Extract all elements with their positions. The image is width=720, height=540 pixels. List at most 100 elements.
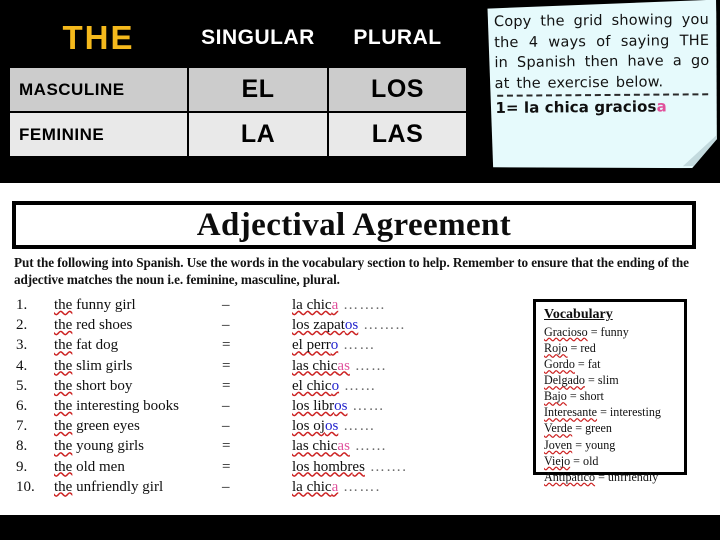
exercise-english: the interesting books <box>54 397 179 414</box>
vocabulary-entry: Verde = green <box>544 421 612 436</box>
exercise-spanish-answer: las chicas …… <box>292 438 486 455</box>
spellcheck-underlined-word: the <box>54 397 73 414</box>
exercise-separator: = <box>222 357 231 374</box>
spanish-answer-stem: los oj <box>292 418 325 435</box>
spanish-answer-text: la chica <box>292 479 338 495</box>
exercise-row: 9. the old men = los hombres ……. <box>16 459 486 479</box>
exercise-number: 5. <box>16 377 28 394</box>
exercise-row: 8. the young girls = las chicas …… <box>16 438 486 458</box>
exercise-row: 6. the interesting books – los libros …… <box>16 398 486 418</box>
answer-blank-dots: …….. <box>358 317 406 334</box>
exercise-separator: – <box>222 317 230 334</box>
grid-header-the: THE <box>10 10 187 66</box>
spellcheck-underlined-word: Viejo <box>544 453 571 468</box>
exercise-spanish-answer: los zapatos …….. <box>292 317 486 334</box>
exercise-row: 1. the funny girl – la chica …….. <box>16 297 486 317</box>
exercise-list: 1. the funny girl – la chica …….. 2. the red … <box>16 297 486 499</box>
exercise-spanish-answer: la chica …….. <box>292 297 486 314</box>
spellcheck-underlined-word: the <box>54 377 73 394</box>
answer-blank-dots: …… <box>347 397 385 414</box>
exercise-separator: = <box>222 458 231 475</box>
exercise-number: 10. <box>16 478 35 495</box>
exercise-spanish-answer: los libros …… <box>292 398 486 415</box>
exercise-english: the red shoes <box>54 317 133 334</box>
grid-cell-feminine-plural: LAS <box>329 113 466 156</box>
grid-row-feminine: FEMININE LA LAS <box>10 113 466 156</box>
exercise-row: 2. the red shoes – los zapatos …….. <box>16 317 486 337</box>
spellcheck-underlined-word: the <box>54 458 73 475</box>
answer-blank-dots: …… <box>349 438 388 455</box>
grid-row-masculine: MASCULINE EL LOS <box>10 68 466 111</box>
vocabulary-entry: Joven = young <box>544 437 616 452</box>
bottom-black-band <box>0 515 720 540</box>
spanish-answer-ending: es <box>352 458 365 475</box>
exercise-english: the unfriendly girl <box>54 478 164 495</box>
spanish-answer-stem: el perr <box>292 337 331 354</box>
spanish-answer-stem: los libr <box>292 397 335 414</box>
spellcheck-underlined-word: the <box>54 357 73 374</box>
grid-label-masculine: MASCULINE <box>10 68 187 111</box>
exercise-separator: = <box>222 438 231 455</box>
exercise-separator: = <box>222 377 231 394</box>
exercise-row: 10. the unfriendly girl – la chica ……. <box>16 479 486 499</box>
vocabulary-entry: Delgado = slim <box>544 373 619 388</box>
spanish-answer-ending: os <box>344 317 359 334</box>
grid-label-feminine: FEMININE <box>10 113 187 156</box>
exercise-number: 4. <box>16 357 28 374</box>
note-example-prefix: 1= la chica gracios <box>495 97 657 118</box>
exercise-number: 6. <box>16 397 28 414</box>
exercise-english: the fat dog <box>54 337 119 354</box>
spanish-answer-text: los zapatos <box>292 317 358 333</box>
exercise-number: 2. <box>16 317 28 334</box>
spellcheck-underlined-word: the <box>54 297 73 313</box>
exercise-number: 9. <box>16 458 28 475</box>
worksheet-sheet: Adjectival Agreement Put the following i… <box>0 183 720 515</box>
exercise-english: the slim girls <box>54 357 133 374</box>
grid-header-plural: PLURAL <box>329 10 466 66</box>
spellcheck-underlined-word: the <box>54 418 73 435</box>
spanish-answer-text: el perro <box>292 337 338 353</box>
exercise-english: the funny girl <box>54 297 136 313</box>
spanish-answer-text: las chicas <box>292 358 350 374</box>
vocabulary-entry: Antipático = unfriendly <box>544 469 659 484</box>
spanish-answer-ending: os <box>324 418 339 435</box>
vocabulary-box: Vocabulary Gracioso = funny Rojo = red Gor… <box>533 299 687 484</box>
exercise-row: 4. the slim girls = las chicas …… <box>16 358 486 378</box>
definite-article-grid: THE SINGULAR PLURAL MASCULINE EL LOS FEM… <box>8 8 468 158</box>
vocabulary-entry: Interesante = interesting <box>544 405 661 420</box>
answer-blank-dots: …… <box>338 337 376 354</box>
worksheet-instructions: Put the following into Spanish. Use the … <box>14 255 689 288</box>
spanish-answer-stem: la chic <box>292 297 332 313</box>
note-folded-corner <box>682 136 717 167</box>
exercise-spanish-answer: las chicas …… <box>292 358 486 375</box>
grid-cell-masculine-plural: LOS <box>329 68 466 111</box>
spanish-answer-stem: las chic <box>292 438 338 455</box>
exercise-spanish-answer: los ojos …… <box>292 418 486 435</box>
spanish-answer-text: las chicas <box>292 438 350 454</box>
spellcheck-underlined-word: Verde <box>544 421 573 436</box>
spanish-answer-text: los ojos <box>292 418 338 434</box>
spellcheck-underlined-word: the <box>54 438 73 455</box>
exercise-english: the young girls <box>54 438 144 455</box>
exercise-english: the short boy <box>54 377 133 394</box>
exercise-row: 5. the short boy = el chico …… <box>16 378 486 398</box>
spanish-answer-text: el chico <box>292 378 339 394</box>
vocabulary-entry: Gracioso = funny <box>544 325 629 339</box>
spanish-answer-stem: los hombr <box>292 458 353 475</box>
answer-blank-dots: ……. <box>364 458 408 475</box>
answer-blank-dots: ……. <box>338 478 381 495</box>
exercise-number: 3. <box>16 337 28 354</box>
spellcheck-underlined-word: Antipático <box>544 469 596 484</box>
spanish-answer-stem: la chic <box>292 478 332 495</box>
spanish-answer-stem: las chic <box>292 357 338 374</box>
exercise-english: the green eyes <box>54 418 140 435</box>
exercise-number: 1. <box>16 297 28 313</box>
exercise-spanish-answer: el chico …… <box>292 378 486 395</box>
spanish-answer-stem: los zapat <box>292 317 345 334</box>
note-example-answer: 1= la chica graciosa <box>495 97 710 117</box>
answer-blank-dots: …….. <box>338 297 386 313</box>
grid-cell-masculine-singular: EL <box>189 68 327 111</box>
exercise-row: 7. the green eyes – los ojos …… <box>16 418 486 438</box>
spanish-answer-ending: o <box>331 377 340 394</box>
spanish-answer-text: los hombres <box>292 459 365 475</box>
